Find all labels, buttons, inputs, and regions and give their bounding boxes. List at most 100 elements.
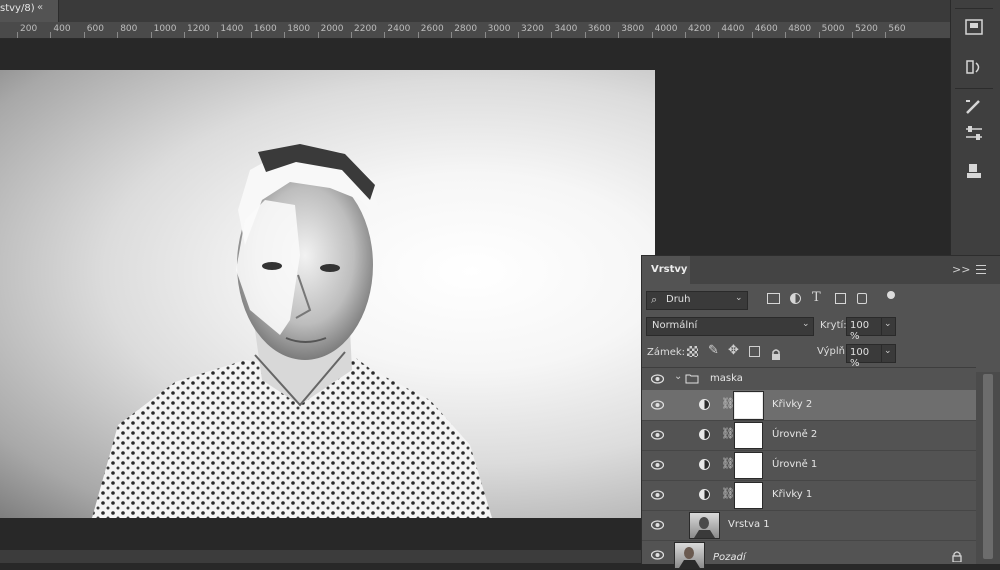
layer-thumbnail[interactable]	[689, 512, 720, 539]
ruler-label: 4000	[654, 24, 678, 34]
ruler-label: 400	[53, 24, 71, 34]
layer-name: Křivky 2	[772, 399, 813, 410]
document-tab[interactable]: stvy/8) «	[0, 0, 59, 22]
ruler-label: 1200	[187, 24, 210, 34]
smart-object-filter-icon[interactable]	[857, 293, 867, 304]
opacity-field[interactable]: 100 %	[846, 317, 882, 342]
layers-tab-label: Vrstvy	[651, 264, 688, 275]
layer-row-background[interactable]: Pozadí	[642, 540, 976, 570]
layer-mask-thumbnail[interactable]	[734, 482, 763, 509]
ruler-label: 5200	[855, 24, 878, 34]
ruler-label: 4800	[788, 24, 812, 34]
ruler-tick	[284, 32, 286, 38]
layer-mask-thumbnail[interactable]	[734, 422, 763, 449]
visibility-eye-icon[interactable]	[651, 429, 664, 441]
visibility-eye-icon[interactable]	[651, 373, 664, 385]
scrollbar-thumb[interactable]	[983, 374, 993, 559]
visibility-eye-icon[interactable]	[651, 489, 664, 501]
layers-tab[interactable]: Vrstvy	[642, 256, 690, 284]
chevron-down-icon: ⌄	[802, 319, 810, 329]
lock-pixels-icon[interactable]: ✎	[708, 343, 719, 358]
layer-mask-thumbnail[interactable]	[734, 452, 763, 479]
ruler-label: 2400	[387, 24, 411, 34]
expand-group-icon[interactable]: ⌄	[674, 371, 682, 382]
ruler-tick	[818, 32, 820, 38]
ruler-label: 200	[20, 24, 38, 34]
lock-artboard-icon[interactable]	[749, 346, 760, 357]
layer-name: Pozadí	[713, 552, 746, 563]
lock-all-icon[interactable]	[771, 345, 781, 360]
document-image[interactable]	[0, 70, 655, 518]
chevron-down-icon: ⌄	[884, 319, 892, 329]
fill-slider-toggle[interactable]: ⌄	[881, 344, 896, 363]
link-chain-icon[interactable]: ⛓	[721, 427, 735, 443]
opacity-slider-toggle[interactable]: ⌄	[881, 317, 896, 336]
adjustments-icon[interactable]	[961, 122, 987, 144]
visibility-eye-icon[interactable]	[651, 399, 664, 411]
ruler-tick	[751, 32, 753, 38]
clone-source-icon[interactable]	[961, 160, 987, 182]
link-chain-icon[interactable]: ⛓	[721, 487, 735, 503]
filter-kind-dropdown[interactable]: ⌕ Druh ⌄	[646, 291, 748, 310]
chevron-down-icon: ⌄	[884, 346, 892, 356]
document-tab-close-icon[interactable]: «	[37, 2, 43, 13]
document-tab-title: stvy/8)	[0, 3, 35, 14]
horizontal-ruler[interactable]: 200 400 600 800 1000 1200 1400 1600 1800 2000 2200…	[0, 22, 950, 39]
fill-label: Výplň:	[817, 346, 849, 357]
folder-icon	[685, 374, 699, 384]
ruler-tick	[451, 32, 453, 38]
shape-filter-icon[interactable]	[835, 293, 846, 304]
adjustment-icon	[699, 429, 710, 440]
ruler-label: 3800	[621, 24, 645, 34]
ruler-tick	[184, 32, 185, 38]
adjustment-filter-icon[interactable]	[790, 293, 801, 304]
ruler-tick	[551, 32, 553, 38]
ruler-tick	[518, 32, 519, 38]
layer-row-pixel[interactable]: Vrstva 1	[642, 510, 976, 541]
collapse-panel-icon[interactable]: >>	[952, 263, 970, 276]
lock-transparency-icon[interactable]	[687, 346, 698, 357]
opacity-label: Krytí:	[820, 320, 847, 331]
layer-row-adjustment[interactable]: ⛓ Úrovně 2	[642, 420, 976, 451]
ruler-label: 1600	[253, 24, 277, 34]
layers-scrollbar[interactable]	[976, 372, 1000, 564]
ruler-tick	[317, 32, 319, 38]
libraries-icon[interactable]	[961, 16, 987, 38]
layer-thumbnail[interactable]	[674, 542, 705, 569]
ruler-tick	[150, 32, 152, 38]
ruler-label: 2200	[354, 24, 377, 34]
layer-row-adjustment[interactable]: ⛓ Úrovně 1	[642, 450, 976, 481]
link-chain-icon[interactable]: ⛓	[721, 397, 735, 413]
layer-name: Úrovně 2	[772, 429, 818, 440]
lock-position-icon[interactable]: ✥	[728, 343, 739, 358]
link-chain-icon[interactable]: ⛓	[721, 457, 735, 473]
brush-presets-icon[interactable]	[961, 96, 987, 118]
fill-field[interactable]: 100 %	[846, 344, 882, 369]
panel-menu-icon[interactable]	[976, 265, 986, 274]
blend-mode-dropdown[interactable]: Normální ⌄	[646, 317, 814, 336]
type-filter-icon[interactable]: T	[812, 290, 821, 305]
visibility-eye-icon[interactable]	[651, 519, 664, 531]
ruler-label: 5000	[821, 24, 845, 34]
ruler-label: 2000	[320, 24, 344, 34]
history-icon[interactable]	[961, 56, 987, 78]
ruler-label: 2800	[454, 24, 478, 34]
visibility-eye-icon[interactable]	[651, 549, 664, 561]
layer-row-group[interactable]: ⌄ maska	[642, 368, 976, 391]
filter-toggle-icon[interactable]	[887, 291, 895, 299]
layer-row-adjustment[interactable]: ⛓ Křivky 1	[642, 480, 976, 511]
filter-kind-label: Druh	[666, 294, 691, 305]
ruler-label: 4600	[754, 24, 778, 34]
layers-panel-header: Vrstvy >>	[642, 256, 1000, 284]
layer-mask-thumbnail[interactable]	[733, 391, 764, 420]
blend-mode-value: Normální	[652, 320, 698, 331]
ruler-tick	[417, 32, 419, 38]
fill-value: 100 %	[850, 347, 870, 369]
visibility-eye-icon[interactable]	[651, 459, 664, 471]
lock-label: Zámek:	[647, 347, 686, 358]
layer-row-adjustment[interactable]: ⛓ Křivky 2	[642, 390, 976, 421]
image-filter-icon[interactable]	[767, 293, 780, 304]
layer-name: Úrovně 1	[772, 459, 818, 470]
ruler-label: 1400	[220, 24, 244, 34]
dock-divider	[955, 88, 993, 89]
